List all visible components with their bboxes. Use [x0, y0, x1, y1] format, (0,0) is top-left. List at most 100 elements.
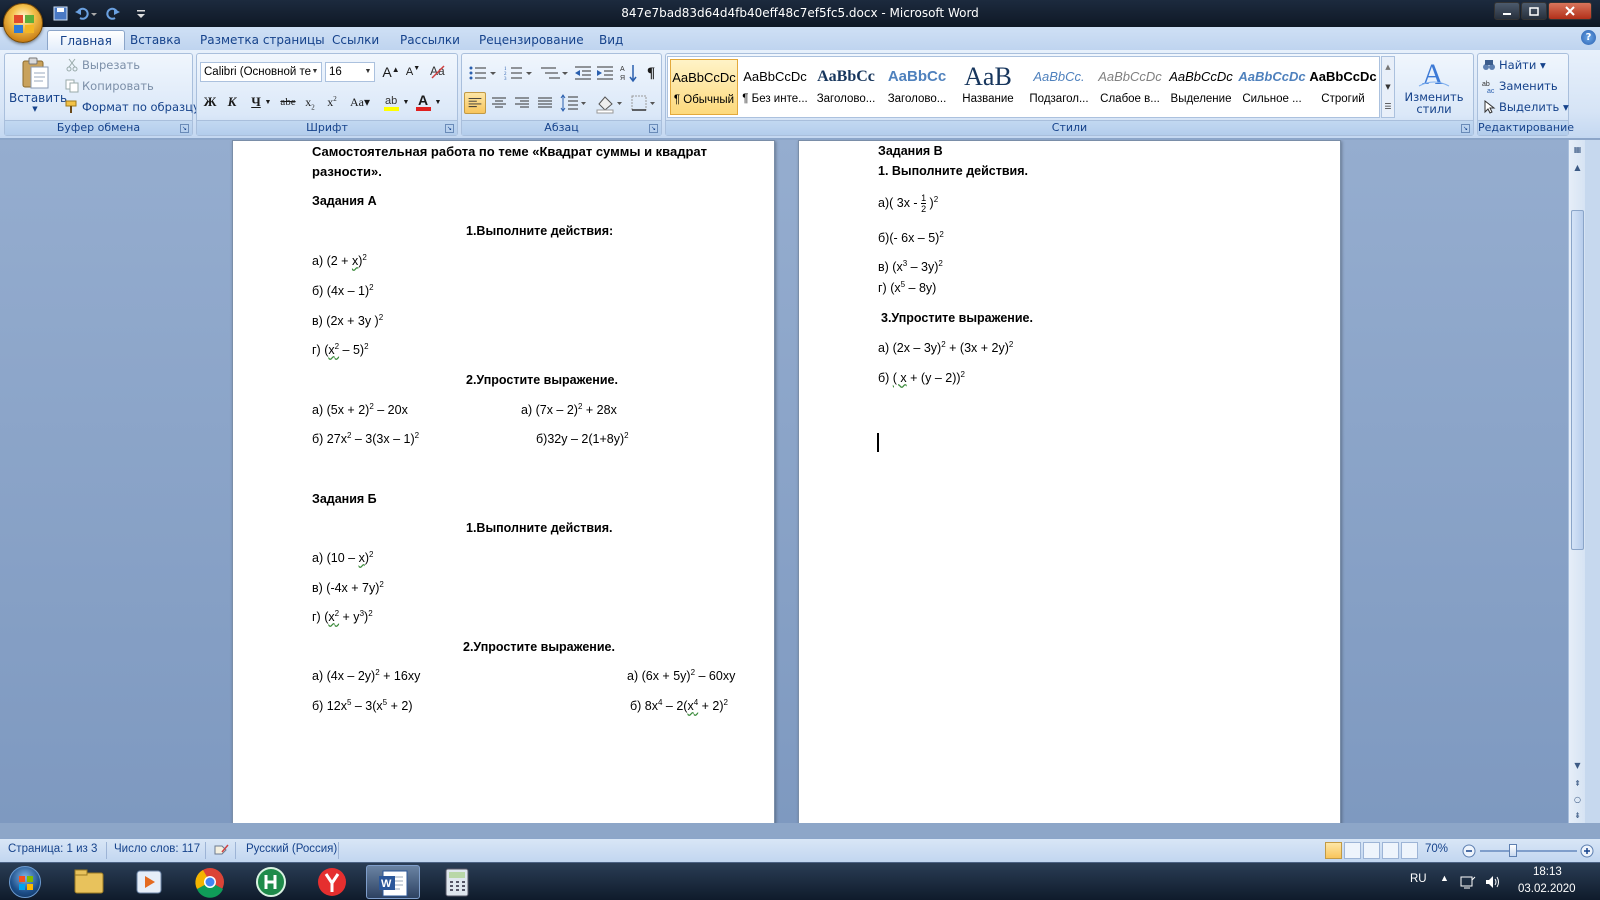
office-button[interactable]: [3, 3, 43, 43]
minimize-button[interactable]: [1494, 2, 1520, 20]
gallery-up-icon[interactable]: ▲: [1382, 57, 1394, 77]
paragraph-launcher-icon[interactable]: ↘: [649, 124, 658, 133]
scroll-up-icon[interactable]: ▲: [1570, 160, 1585, 175]
styles-launcher-icon[interactable]: ↘: [1461, 124, 1470, 133]
decrease-indent-icon[interactable]: [572, 62, 594, 84]
spelling-check-icon[interactable]: [213, 843, 229, 857]
replace-button[interactable]: ab ac Заменить: [1482, 76, 1558, 96]
underline-dropdown-icon[interactable]: ▼: [263, 91, 273, 113]
tray-expand-icon[interactable]: ▲: [1440, 873, 1449, 883]
draft-view-icon[interactable]: [1401, 842, 1418, 859]
font-size-dropdown-icon[interactable]: ▼: [362, 63, 374, 81]
font-color-icon[interactable]: A: [413, 91, 435, 113]
close-button[interactable]: [1548, 2, 1592, 20]
help-icon[interactable]: ?: [1581, 30, 1596, 45]
zoom-level[interactable]: 70%: [1425, 843, 1448, 855]
start-button[interactable]: [3, 863, 47, 900]
page-2[interactable]: Задания В 1. Выполните действия. а)( 3х …: [798, 140, 1341, 823]
grow-font-icon[interactable]: A▲: [380, 61, 402, 83]
line-spacing-icon[interactable]: [558, 92, 588, 114]
justify-icon[interactable]: [534, 92, 556, 114]
tab-page-layout[interactable]: Разметка страницы: [188, 30, 337, 50]
shading-icon[interactable]: [594, 92, 624, 114]
italic-icon[interactable]: К: [221, 91, 243, 113]
taskbar-chrome[interactable]: [183, 865, 237, 899]
zoom-in-icon[interactable]: [1580, 844, 1594, 858]
align-right-icon[interactable]: [511, 92, 533, 114]
select-button[interactable]: Выделить ▾: [1482, 97, 1569, 117]
clock-time[interactable]: 18:13: [1533, 866, 1562, 878]
copy-button[interactable]: Копировать: [65, 76, 154, 96]
align-center-icon[interactable]: [488, 92, 510, 114]
restore-button[interactable]: [1521, 2, 1547, 20]
shrink-font-icon[interactable]: A▼: [402, 61, 424, 83]
clipboard-launcher-icon[interactable]: ↘: [180, 124, 189, 133]
taskbar-calculator[interactable]: [430, 865, 484, 899]
status-page[interactable]: Страница: 1 из 3: [8, 843, 97, 855]
zoom-slider-track[interactable]: [1480, 850, 1577, 852]
style-intense-emphasis[interactable]: AaBbCcDc Сильное ...: [1238, 59, 1306, 115]
next-page-icon[interactable]: ⇟: [1570, 808, 1585, 823]
clock-date[interactable]: 03.02.2020: [1518, 883, 1576, 895]
show-marks-icon[interactable]: ¶: [640, 62, 662, 84]
borders-icon[interactable]: [628, 92, 658, 114]
status-language[interactable]: Русский (Россия): [246, 843, 337, 855]
align-left-icon[interactable]: [464, 92, 486, 114]
taskbar-explorer[interactable]: [62, 865, 116, 899]
style-strong[interactable]: AaBbCcDc Строгий: [1309, 59, 1377, 115]
action-center-icon[interactable]: [1460, 874, 1476, 890]
highlight-dropdown-icon[interactable]: ▼: [401, 91, 411, 113]
full-screen-reading-icon[interactable]: [1344, 842, 1361, 859]
font-launcher-icon[interactable]: ↘: [445, 124, 454, 133]
browse-object-icon[interactable]: ○: [1570, 792, 1585, 807]
tab-insert[interactable]: Вставка: [118, 30, 193, 50]
style-heading-1[interactable]: AaBbCc Заголово...: [812, 59, 880, 115]
font-size-combo[interactable]: 16 ▼: [325, 62, 375, 82]
taskbar-app-green[interactable]: [244, 865, 298, 899]
taskbar-yandex[interactable]: [305, 865, 359, 899]
strikethrough-icon[interactable]: abe: [277, 91, 299, 113]
vertical-scrollbar[interactable]: ▦ ▲ ▼ ⇞ ○ ⇟: [1568, 140, 1585, 823]
format-painter-button[interactable]: Формат по образцу: [65, 97, 200, 117]
increase-indent-icon[interactable]: [594, 62, 616, 84]
taskbar-media-player[interactable]: [122, 865, 176, 899]
gallery-down-icon[interactable]: ▼: [1382, 77, 1394, 97]
zoom-slider-thumb[interactable]: [1509, 844, 1517, 857]
clear-formatting-icon[interactable]: Aa: [427, 61, 449, 83]
taskbar-word[interactable]: W: [366, 865, 420, 899]
bold-icon[interactable]: Ж: [199, 91, 221, 113]
input-language[interactable]: RU: [1410, 873, 1427, 885]
change-case-icon[interactable]: Aa▾: [345, 91, 375, 113]
sort-icon[interactable]: AЯ: [618, 62, 640, 84]
superscript-icon[interactable]: x2: [321, 91, 343, 113]
find-button[interactable]: Найти ▾: [1482, 55, 1546, 75]
tab-review[interactable]: Рецензирование: [467, 30, 596, 50]
outline-view-icon[interactable]: [1382, 842, 1399, 859]
multilevel-list-icon[interactable]: [538, 62, 570, 84]
tab-view[interactable]: Вид: [587, 30, 635, 50]
page-1[interactable]: Самостоятельная работа по теме «Квадрат …: [232, 140, 775, 823]
style-subtle-emphasis[interactable]: AaBbCcDc Слабое в...: [1096, 59, 1164, 115]
scroll-down-icon[interactable]: ▼: [1570, 758, 1585, 773]
change-styles-button[interactable]: A Изменить стили: [1399, 56, 1469, 118]
tab-home[interactable]: Главная: [47, 30, 125, 50]
style-subtitle[interactable]: AaBbCc. Подзагол...: [1025, 59, 1093, 115]
print-layout-view-icon[interactable]: [1325, 842, 1342, 859]
document-area[interactable]: Самостоятельная работа по теме «Квадрат …: [0, 140, 1568, 823]
bullets-icon[interactable]: [466, 62, 498, 84]
style-no-spacing[interactable]: AaBbCcDc ¶ Без инте...: [741, 59, 809, 115]
web-layout-view-icon[interactable]: [1363, 842, 1380, 859]
style-emphasis[interactable]: AaBbCcDc Выделение: [1167, 59, 1235, 115]
style-title[interactable]: AaB Название: [954, 59, 1022, 115]
font-color-dropdown-icon[interactable]: ▼: [433, 91, 443, 113]
zoom-out-icon[interactable]: [1462, 844, 1476, 858]
volume-icon[interactable]: [1484, 874, 1500, 890]
paste-dropdown-icon[interactable]: ▼: [9, 105, 61, 113]
paste-button[interactable]: Вставить ▼: [9, 56, 67, 116]
status-words[interactable]: Число слов: 117: [114, 843, 200, 855]
font-name-dropdown-icon[interactable]: ▼: [309, 63, 321, 81]
ruler-toggle-icon[interactable]: ▦: [1570, 142, 1585, 157]
scroll-thumb[interactable]: [1571, 210, 1584, 550]
font-name-combo[interactable]: Calibri (Основной те ▼: [200, 62, 322, 82]
tab-references[interactable]: Ссылки: [320, 30, 391, 50]
